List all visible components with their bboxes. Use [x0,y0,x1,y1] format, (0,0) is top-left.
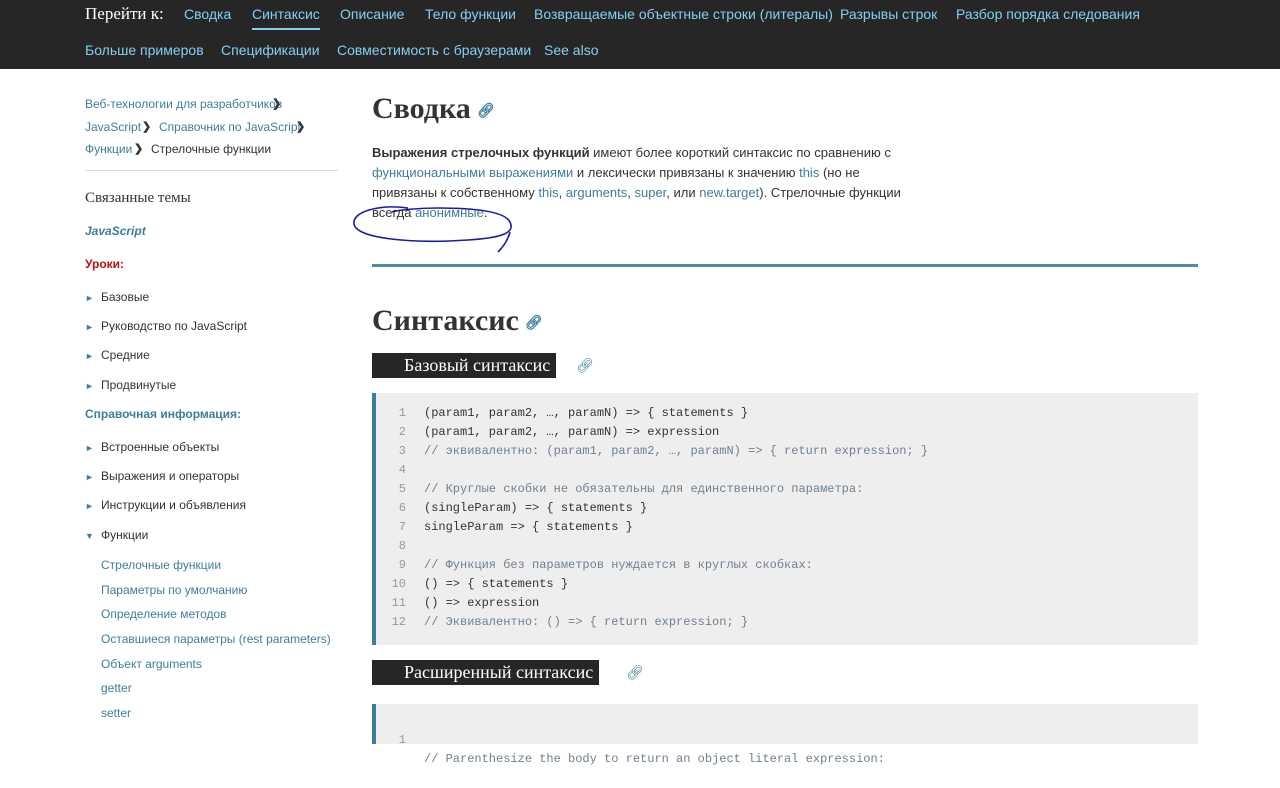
nav-link-specifications[interactable]: Спецификации [221,42,320,58]
line-number: 4 [398,463,406,477]
triangle-right-icon: ► [85,443,94,453]
triangle-right-icon: ► [85,293,94,303]
nav-link-function-body[interactable]: Тело функции [425,6,516,22]
sidebar-sub-getter[interactable]: getter [101,681,132,695]
this-link-2[interactable]: this [538,185,558,200]
code-text: (param1, param2, …, paramN) => expressio… [424,425,720,439]
code-text: // Parenthesize the body to return an ob… [424,752,885,766]
line-number: 3 [398,444,406,458]
nav-link-summary[interactable]: Сводка [184,6,231,22]
super-link[interactable]: super [634,185,666,200]
line-number: 6 [398,501,406,515]
triangle-right-icon: ► [85,501,94,511]
section-divider [372,264,1198,267]
sidebar-item-operators[interactable]: ► Выражения и операторы [85,469,239,483]
triangle-right-icon: ► [85,351,94,361]
code-text: // Эквивалентно: () => { return expressi… [424,615,749,629]
basic-syntax-code-block: 1 (param1, param2, …, paramN) => { statem… [372,393,1198,645]
function-expression-link[interactable]: функциональными выражениями [372,165,573,180]
chevron-right-icon: ❯ [272,98,282,110]
breadcrumb-current: Стрелочные функции [151,142,272,156]
link-icon[interactable]: 🔗︎ [477,103,495,120]
line-number: 2 [398,425,406,439]
code-text: // Функция без параметров нуждается в кр… [424,558,813,572]
sidebar-sub-arrow-functions[interactable]: Стрелочные функции [101,558,221,572]
breadcrumb-web-tech[interactable]: Веб-технологии для разработчиков [85,97,282,111]
breadcrumb-js-reference[interactable]: Справочник по JavaScript [159,120,301,134]
breadcrumb-javascript[interactable]: JavaScript [85,120,141,134]
line-number: 9 [398,558,406,572]
advanced-syntax-code-block: 1 // Parenthesize the body to return an … [372,704,1198,766]
sidebar-sub-default-params[interactable]: Параметры по умолчанию [101,583,247,597]
chevron-right-icon: ❯ [296,121,306,133]
link-icon[interactable]: 🔗︎ [576,357,594,374]
summary-heading: Сводка 🔗︎ [372,92,495,125]
line-number: 8 [398,539,406,553]
nav-link-object-literals[interactable]: Возвращаемые объектные строки (литералы) [534,6,833,22]
code-text: (param1, param2, …, paramN) => { stateme… [424,406,749,420]
triangle-right-icon: ► [85,322,94,332]
code-text: () => { statements } [424,577,569,591]
link-icon[interactable]: 🔗︎ [525,315,543,332]
triangle-right-icon: ► [85,381,94,391]
nav-link-more-examples[interactable]: Больше примеров [85,42,204,58]
code-text: (singleParam) => { statements } [424,501,648,515]
line-number: 11 [391,596,406,610]
syntax-heading: Синтаксис 🔗︎ [372,304,543,337]
triangle-down-icon: ▼ [85,531,94,541]
sidebar-item-functions[interactable]: ▼ Функции [85,528,148,542]
breadcrumb-functions[interactable]: Функции [85,142,132,156]
goto-label: Перейти к: [85,4,164,23]
chevron-right-icon: ❯ [142,121,152,133]
sidebar-item-statements[interactable]: ► Инструкции и объявления [85,498,246,512]
code-text: () => expression [424,596,540,610]
basic-syntax-heading: Базовый синтаксис [372,353,557,378]
nav-link-description[interactable]: Описание [340,6,404,22]
sidebar-item-guide[interactable]: ► Руководство по JavaScript [85,319,247,333]
top-navigation: Перейти к: Сводка Синтаксис Описание Тел… [0,0,1280,69]
sidebar-sub-setter[interactable]: setter [101,706,131,720]
nav-link-see-also[interactable]: See also [544,42,598,58]
nav-link-browser-compat[interactable]: Совместимость с браузерами [337,42,531,58]
arguments-link[interactable]: arguments [566,185,627,200]
sidebar-sub-rest-params[interactable]: Оставшиеся параметры (rest parameters) [101,632,331,646]
nav-link-syntax[interactable]: Синтаксис [252,6,320,30]
sidebar-item-advanced[interactable]: ► Продвинутые [85,378,176,392]
summary-paragraph: Выражения стрелочных функций имеют более… [372,145,901,220]
sidebar-divider [85,170,338,171]
sidebar-sub-arguments[interactable]: Объект arguments [101,657,202,671]
code-text: singleParam => { statements } [424,520,633,534]
new-target-link[interactable]: new.target [699,185,759,200]
anonymous-link[interactable]: анонимные [415,205,484,220]
sidebar-item-basic[interactable]: ► Базовые [85,290,149,304]
nav-link-line-breaks[interactable]: Разрывы строк [840,6,937,22]
code-line: 1 // Parenthesize the body to return an … [376,712,885,766]
this-link[interactable]: this [799,165,819,180]
code-text: // эквивалентно: (param1, param2, …, par… [424,444,929,458]
sidebar-heading: Связанные темы [85,190,191,206]
sidebar-sub-method-definitions[interactable]: Определение методов [101,607,227,621]
line-number: 12 [391,615,406,629]
sidebar-lessons-label: Уроки: [85,257,125,271]
sidebar-item-builtins[interactable]: ► Встроенные объекты [85,440,219,454]
line-number: 5 [398,482,406,496]
triangle-right-icon: ► [85,472,94,482]
advanced-syntax-heading: Расширенный синтаксис [372,660,600,685]
chevron-right-icon: ❯ [134,143,144,155]
line-number: 7 [398,520,406,534]
line-number: 10 [391,577,406,591]
code-text: // Круглые скобки не обязательны для еди… [424,482,864,496]
sidebar-reference-label: Справочная информация: [85,407,242,421]
nav-link-parsing-order[interactable]: Разбор порядка следования [956,6,1140,22]
sidebar-javascript-link[interactable]: JavaScript [85,224,146,238]
line-number: 1 [398,406,406,420]
line-number: 1 [398,733,406,747]
sidebar-item-intermediate[interactable]: ► Средние [85,348,150,362]
link-icon[interactable]: 🔗︎ [626,664,644,681]
